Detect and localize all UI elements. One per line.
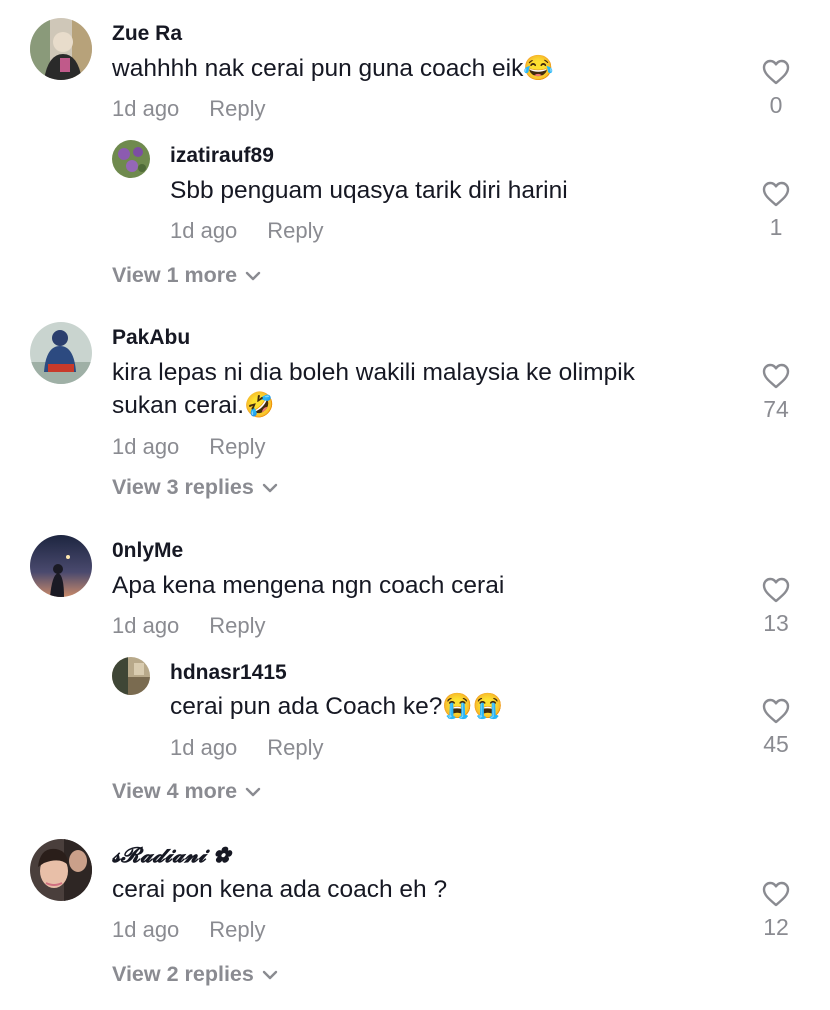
rofl-emoji: 🤣 [244,392,275,419]
reply-button[interactable]: Reply [209,917,265,942]
comment-username[interactable]: PakAbu [112,326,190,350]
view-more-replies-button[interactable]: View 2 replies [112,962,278,987]
reply-time: 1d ago [170,218,238,243]
like-button[interactable]: 74 [746,362,806,423]
reply-button[interactable]: Reply [209,613,265,638]
like-count: 0 [769,92,783,118]
avatar[interactable] [30,535,92,597]
like-count: 1 [769,214,783,240]
comment-time: 1d ago [112,613,180,638]
like-count: 74 [763,396,789,422]
view-more-replies-button[interactable]: View 4 more [112,779,261,804]
reply-text: cerai pun ada Coach ke?😭😭 [170,693,504,720]
chevron-down-icon [245,272,261,281]
comment-meta: 1d ago Reply [112,613,266,639]
reply-button[interactable]: Reply [209,434,265,459]
avatar[interactable] [112,140,150,178]
comment-username[interactable]: 𝓼𝓡𝓪𝓭𝓲𝓪𝓷𝓲 ✿ [112,842,230,868]
reply-button[interactable]: Reply [267,735,323,760]
avatar[interactable] [30,322,92,384]
like-button[interactable]: 45 [746,697,806,758]
crying-emoji: 😭😭 [442,693,504,720]
chevron-down-icon [262,484,278,493]
heart-outline-icon [762,577,790,603]
like-button[interactable]: 13 [746,576,806,637]
chevron-down-icon [245,788,261,797]
reply-time: 1d ago [170,735,238,760]
comment-time: 1d ago [112,434,180,459]
reply-text: Sbb penguam uqasya tarik diri harini [170,177,568,204]
heart-outline-icon [762,698,790,724]
reply-meta: 1d ago Reply [170,218,324,244]
heart-outline-icon [762,59,790,85]
avatar[interactable] [30,18,92,80]
like-button[interactable]: 12 [746,880,806,941]
comment-text: kira lepas ni dia boleh wakili malaysia … [112,359,635,419]
reply-username[interactable]: izatirauf89 [170,144,274,168]
view-more-replies-button[interactable]: View 3 replies [112,475,278,500]
like-count: 12 [763,914,789,940]
comment-text: Apa kena mengena ngn coach cerai [112,572,505,599]
reply-button[interactable]: Reply [209,96,265,121]
comment-text: wahhhh nak cerai pun guna coach eik😂 [112,55,554,82]
view-more-replies-button[interactable]: View 1 more [112,263,261,288]
comment-meta: 1d ago Reply [112,434,266,460]
comment-username[interactable]: Zue Ra [112,22,182,46]
avatar[interactable] [112,657,150,695]
comment-text: cerai pon kena ada coach eh ? [112,876,448,903]
chevron-down-icon [262,971,278,980]
laughing-emoji: 😂 [523,55,554,82]
comment-username[interactable]: 0nlyMe [112,539,183,563]
heart-outline-icon [762,181,790,207]
avatar[interactable] [30,839,92,901]
reply-button[interactable]: Reply [267,218,323,243]
like-count: 13 [763,610,789,636]
like-button[interactable]: 0 [746,58,806,119]
comment-meta: 1d ago Reply [112,96,266,122]
like-button[interactable]: 1 [746,180,806,241]
comment-time: 1d ago [112,96,180,121]
like-count: 45 [763,731,789,757]
heart-outline-icon [762,363,790,389]
comment-time: 1d ago [112,917,180,942]
comment-meta: 1d ago Reply [112,917,266,943]
reply-username[interactable]: hdnasr1415 [170,661,287,685]
heart-outline-icon [762,881,790,907]
reply-meta: 1d ago Reply [170,735,324,761]
